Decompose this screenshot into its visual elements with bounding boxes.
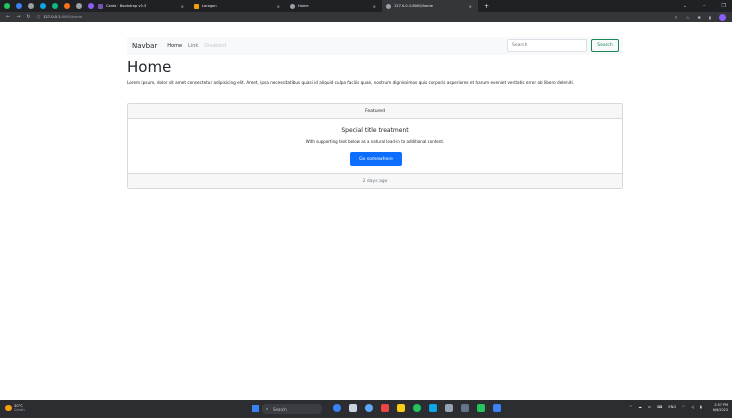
volume-icon[interactable]: ◁ bbox=[691, 405, 694, 409]
close-icon[interactable]: ✕ bbox=[277, 4, 280, 9]
wifi-icon[interactable]: ◠ bbox=[682, 405, 685, 409]
info-icon[interactable]: ⓘ bbox=[37, 15, 41, 20]
weather-icon bbox=[5, 405, 12, 411]
system-clock[interactable]: 2:57 PM 6/6/2023 bbox=[713, 403, 728, 413]
tab-title: Home bbox=[298, 4, 309, 8]
forward-icon[interactable]: → bbox=[16, 14, 20, 20]
card-text: With supporting text below as a natural … bbox=[305, 139, 445, 144]
chrome-icon[interactable] bbox=[413, 404, 421, 412]
browser-tab[interactable]: Cards · Bootstrap v5.3 ✕ bbox=[94, 0, 190, 12]
clock-date: 6/6/2023 bbox=[712, 408, 728, 412]
battery-icon[interactable]: ▭ bbox=[648, 405, 651, 409]
whatsapp-icon[interactable] bbox=[4, 3, 10, 9]
cloud-icon[interactable]: ☁ bbox=[638, 405, 642, 409]
window-controls: ⌄ – ❐ bbox=[683, 0, 726, 12]
app-icon[interactable] bbox=[64, 3, 70, 9]
back-icon[interactable]: ← bbox=[6, 14, 10, 20]
chevron-down-icon[interactable]: ⌄ bbox=[683, 3, 687, 9]
taskbar-apps bbox=[333, 404, 501, 412]
tab-title: 127.0.0.1:8000/home bbox=[394, 4, 433, 8]
close-icon[interactable]: ✕ bbox=[469, 4, 472, 9]
app-icon[interactable] bbox=[40, 3, 46, 9]
bootstrap-icon bbox=[98, 3, 103, 9]
intro-paragraph: Lorem ipsum, dolor sit amet consectetur … bbox=[127, 80, 574, 85]
keyboard-icon[interactable]: ⌨ bbox=[657, 405, 662, 409]
app-icon[interactable] bbox=[461, 404, 469, 412]
navbar-brand[interactable]: Navbar bbox=[132, 42, 157, 50]
globe-icon bbox=[386, 3, 391, 9]
url-path: :8000/home bbox=[60, 15, 83, 19]
file-explorer-icon[interactable] bbox=[349, 404, 357, 412]
taskbar: 30°C Cerah ⌕ Search ^ ☁ ▭ ⌨ ENG ◠ ◁ ▮ 2:… bbox=[0, 400, 732, 418]
nav-link-link[interactable]: Link bbox=[188, 43, 198, 49]
vscode-icon[interactable] bbox=[493, 404, 501, 412]
globe-icon bbox=[290, 3, 295, 9]
star-icon[interactable]: ☆ bbox=[686, 15, 690, 20]
search-icon: ⌕ bbox=[266, 406, 269, 411]
app-icon[interactable] bbox=[333, 404, 341, 412]
taskbar-search-label: Search bbox=[273, 406, 287, 412]
nav-link-home[interactable]: Home bbox=[167, 43, 182, 49]
extensions-icon[interactable]: ✱ bbox=[697, 15, 700, 20]
taskbar-search[interactable]: ⌕ Search bbox=[262, 404, 322, 414]
chrome-icon[interactable] bbox=[365, 404, 373, 412]
windows-start-icon[interactable] bbox=[252, 405, 259, 412]
browser-tab[interactable]: Laragon ✕ bbox=[190, 0, 286, 12]
app-icon[interactable] bbox=[52, 3, 58, 9]
globe-icon[interactable] bbox=[28, 3, 34, 9]
search-input[interactable]: Search bbox=[507, 39, 587, 52]
restore-icon[interactable]: ❐ bbox=[722, 3, 726, 9]
app-icon[interactable] bbox=[477, 404, 485, 412]
browser-toolbar: ← → ↻ ⓘ 127.0.0.1:8000/home ⇪ ☆ ✱ ▮ bbox=[0, 12, 732, 22]
card-footer: 2 days ago bbox=[128, 173, 622, 188]
address-bar[interactable]: ⓘ 127.0.0.1:8000/home bbox=[36, 13, 645, 21]
tab-title: Cards · Bootstrap v5.3 bbox=[106, 4, 147, 8]
toolbar-icons: ⇪ ☆ ✱ ▮ bbox=[674, 12, 726, 22]
minimize-icon[interactable]: – bbox=[703, 3, 706, 9]
sidebar-icon[interactable]: ▮ bbox=[709, 15, 711, 20]
url-host: 127.0.0.1 bbox=[43, 15, 61, 19]
weather-widget[interactable]: 30°C Cerah bbox=[5, 404, 25, 412]
terminal-icon[interactable] bbox=[445, 404, 453, 412]
system-tray: ^ ☁ ▭ ⌨ ENG ◠ ◁ ▮ bbox=[629, 405, 702, 409]
laragon-icon bbox=[194, 3, 199, 9]
app-icon[interactable] bbox=[381, 404, 389, 412]
reload-icon[interactable]: ↻ bbox=[26, 14, 30, 20]
app-icon[interactable] bbox=[16, 3, 22, 9]
new-tab-button[interactable]: + bbox=[484, 3, 489, 10]
folder-icon[interactable] bbox=[397, 404, 405, 412]
language-indicator[interactable]: ENG bbox=[668, 405, 676, 409]
go-somewhere-button[interactable]: Go somewhere bbox=[350, 152, 402, 166]
browser-tab-strip: Cards · Bootstrap v5.3 ✕ Laragon ✕ Home … bbox=[0, 0, 732, 12]
edge-icon[interactable] bbox=[429, 404, 437, 412]
profile-avatar[interactable] bbox=[719, 13, 726, 21]
card-title: Special title treatment bbox=[341, 127, 409, 134]
chevron-up-icon[interactable]: ^ bbox=[629, 405, 632, 409]
battery-level-icon[interactable]: ▮ bbox=[700, 405, 702, 409]
browser-tab-active[interactable]: 127.0.0.1:8000/home ✕ bbox=[382, 0, 478, 12]
weather-desc: Cerah bbox=[14, 408, 25, 412]
globe-icon[interactable] bbox=[76, 3, 82, 9]
search-button[interactable]: Search bbox=[591, 39, 619, 52]
tab-title: Laragon bbox=[202, 4, 217, 8]
close-icon[interactable]: ✕ bbox=[181, 4, 184, 9]
browser-tab[interactable]: Home ✕ bbox=[286, 0, 382, 12]
share-icon[interactable]: ⇪ bbox=[674, 15, 677, 20]
nav-link-disabled: Disabled bbox=[204, 43, 227, 49]
pinned-tabs bbox=[0, 3, 94, 9]
card-header: Featured bbox=[128, 104, 622, 119]
featured-card: Featured Special title treatment With su… bbox=[127, 103, 623, 189]
close-icon[interactable]: ✕ bbox=[373, 4, 376, 9]
page-title: Home bbox=[127, 58, 172, 76]
navbar: Navbar Home Link Disabled Search Search bbox=[127, 37, 623, 55]
